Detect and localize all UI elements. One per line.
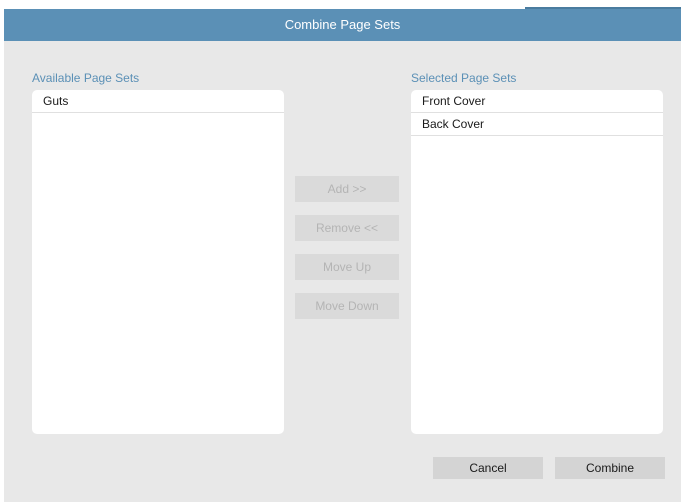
dialog-title: Combine Page Sets (4, 9, 681, 41)
list-item[interactable]: Back Cover (411, 113, 663, 136)
cancel-button[interactable]: Cancel (433, 457, 543, 479)
selected-page-sets-list[interactable]: Front Cover Back Cover (411, 90, 663, 434)
combine-button[interactable]: Combine (555, 457, 665, 479)
remove-button[interactable]: Remove << (295, 215, 399, 241)
list-item[interactable]: Front Cover (411, 90, 663, 113)
move-down-button[interactable]: Move Down (295, 293, 399, 319)
selected-page-sets-label: Selected Page Sets (411, 71, 517, 85)
available-page-sets-list[interactable]: Guts (32, 90, 284, 434)
add-button[interactable]: Add >> (295, 176, 399, 202)
move-up-button[interactable]: Move Up (295, 254, 399, 280)
list-item[interactable]: Guts (32, 90, 284, 113)
available-page-sets-label: Available Page Sets (32, 71, 140, 85)
combine-page-sets-dialog: Combine Page Sets Available Page Sets Gu… (4, 7, 681, 502)
